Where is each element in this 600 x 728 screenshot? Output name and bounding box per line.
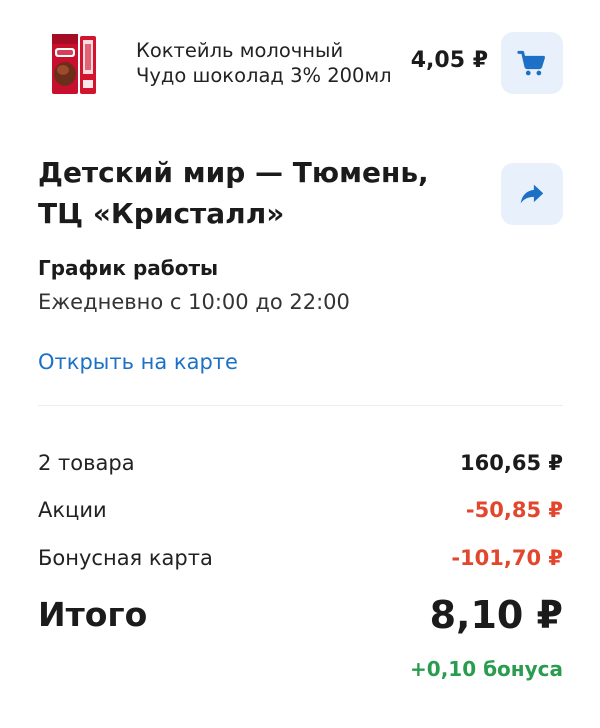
share-button[interactable] [501, 163, 563, 225]
bonus-earned: +0,10 бонуса [410, 657, 563, 681]
summary-bonus-card-row: Бонусная карта -101,70 ₽ [38, 542, 563, 574]
product-name-line2: Чудо шоколад 3% 200мл [136, 64, 392, 87]
shopping-cart-icon [517, 50, 545, 76]
summary-items-row: 2 товара 160,65 ₽ [38, 447, 563, 479]
bonus-card-discount-value: -101,70 ₽ [451, 546, 563, 570]
product-name[interactable]: Коктейль молочный Чудо шоколад 3% 200мл [136, 38, 406, 88]
working-hours-text: Ежедневно с 10:00 до 22:00 [38, 290, 350, 314]
promo-label: Акции [38, 498, 107, 522]
product-image[interactable] [46, 30, 100, 96]
items-count-label: 2 товара [38, 451, 135, 475]
open-on-map-link[interactable]: Открыть на карте [38, 347, 238, 377]
working-hours-title: График работы [38, 256, 219, 280]
items-total-value: 160,65 ₽ [460, 451, 563, 475]
product-price: 4,05 ₽ [410, 48, 488, 73]
divider [38, 405, 563, 406]
product-row: Коктейль молочный Чудо шоколад 3% 200мл … [0, 0, 600, 122]
store-name: Детский мир — Тюмень, ТЦ «Кристалл» [38, 156, 429, 230]
total-value: 8,10 ₽ [429, 593, 563, 637]
milk-carton-image [52, 34, 96, 94]
bonus-card-label: Бонусная карта [38, 546, 213, 570]
add-to-cart-button[interactable] [501, 32, 563, 94]
total-label: Итого [38, 595, 148, 634]
summary-total-row: Итого 8,10 ₽ [38, 590, 563, 640]
share-arrow-icon [520, 184, 544, 204]
summary-promo-row: Акции -50,85 ₽ [38, 494, 563, 526]
promo-discount-value: -50,85 ₽ [465, 498, 563, 522]
product-name-line1: Коктейль молочный [136, 39, 344, 62]
